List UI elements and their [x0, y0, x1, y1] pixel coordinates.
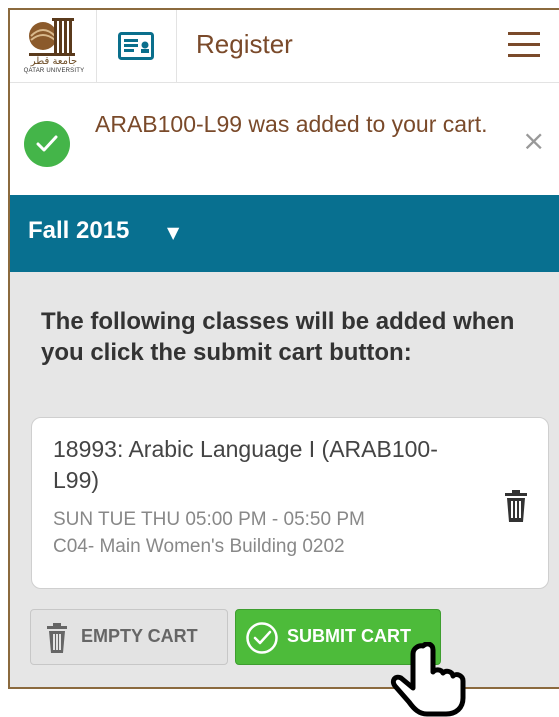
- menu-button[interactable]: [508, 32, 544, 60]
- id-card-button[interactable]: [96, 10, 177, 82]
- empty-cart-label: EMPTY CART: [81, 626, 198, 646]
- trash-icon: [47, 623, 67, 653]
- check-circle-icon: [246, 622, 278, 654]
- close-icon[interactable]: ×: [522, 127, 545, 155]
- top-bar: جامعة قطر QATAR UNIVERSITY Register: [10, 10, 559, 83]
- alert-message: ARAB100-L99 was added to your cart.: [95, 111, 488, 137]
- success-alert: ARAB100-L99 was added to your cart. ×: [10, 83, 559, 195]
- term-label: Fall 2015: [28, 217, 130, 244]
- caret-down-icon: ▼: [167, 223, 180, 242]
- trash-icon[interactable]: [502, 488, 530, 524]
- cart-heading: The following classes will be added when…: [41, 308, 515, 366]
- term-selector[interactable]: Fall 2015 ▼: [10, 195, 559, 272]
- app-frame: جامعة قطر QATAR UNIVERSITY Register ARAB…: [8, 8, 559, 689]
- cart-class-card: 18993: Arabic Language I (ARAB100-L99) S…: [31, 417, 549, 589]
- class-title: 18993: Arabic Language I (ARAB100-L99): [53, 436, 438, 493]
- logo-arabic-text: جامعة قطر: [30, 56, 78, 67]
- empty-cart-button[interactable]: EMPTY CART: [30, 609, 228, 665]
- class-schedule: SUN TUE THU 05:00 PM - 05:50 PM: [53, 509, 365, 530]
- university-logo-emblem: [29, 18, 75, 56]
- hamburger-menu-icon: [508, 32, 540, 35]
- id-card-icon: [118, 32, 154, 60]
- class-location: C04- Main Women's Building 0202: [53, 536, 345, 557]
- cart-panel: The following classes will be added when…: [10, 272, 559, 687]
- page-title: Register: [196, 29, 293, 59]
- hand-pointer-cursor-icon: [390, 642, 466, 717]
- checkmark-circle-icon: [24, 121, 70, 167]
- logo-english-text: QATAR UNIVERSITY: [23, 68, 85, 74]
- university-logo[interactable]: جامعة قطر QATAR UNIVERSITY: [10, 10, 97, 82]
